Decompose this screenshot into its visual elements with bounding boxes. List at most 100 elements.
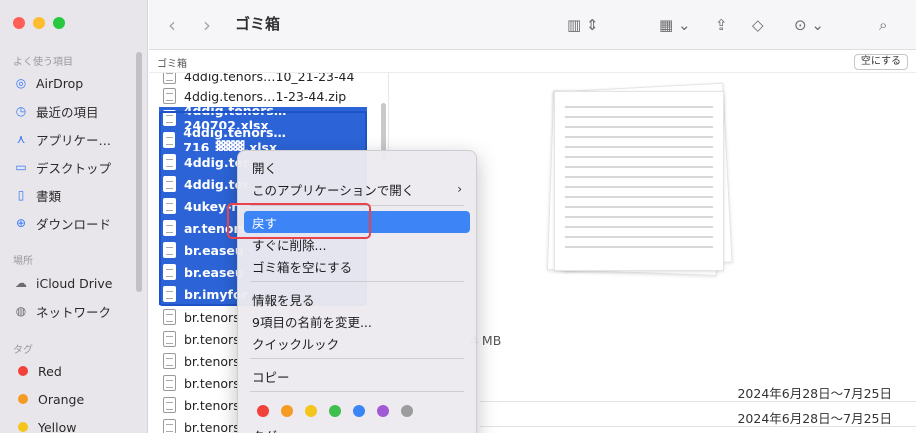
tag-purple-button[interactable] xyxy=(377,405,389,417)
document-file-icon xyxy=(163,397,176,413)
menu-item-quick-look[interactable]: クイックルック xyxy=(244,332,470,354)
sidebar-item-icloud[interactable]: ☁ iCloud Drive xyxy=(13,272,112,294)
sidebar-item-label: Yellow xyxy=(38,419,77,433)
sidebar-item-label: アプリケー… xyxy=(36,132,112,148)
columns-view-icon[interactable]: ▥ ⇕ xyxy=(567,14,599,36)
sidebar-item-label: iCloud Drive xyxy=(36,275,113,291)
sidebar-scrollbar[interactable] xyxy=(136,52,142,292)
yellow-tag-dot-icon xyxy=(18,422,28,432)
sidebar-item-label: ネットワーク xyxy=(36,304,112,320)
tags-header: タグ xyxy=(13,345,33,356)
menu-item-open[interactable]: 開く xyxy=(244,156,470,178)
close-button[interactable] xyxy=(13,17,25,29)
file-name: br.easeu xyxy=(184,242,244,258)
empty-trash-button[interactable]: 空にする xyxy=(853,54,908,70)
breadcrumb[interactable]: ゴミ箱 xyxy=(157,55,187,70)
document-file-icon xyxy=(163,198,176,214)
pathbar: ゴミ箱 空にする xyxy=(149,51,916,73)
spreadsheet-file-icon xyxy=(163,132,176,148)
chevron-right-icon: › xyxy=(457,182,462,196)
tag-yellow-button[interactable] xyxy=(305,405,317,417)
sidebar-tag-orange[interactable]: Orange xyxy=(12,388,84,410)
document-icon: ▯ xyxy=(17,188,25,202)
locations-header: 場所 xyxy=(13,256,33,267)
sidebar-item-applications[interactable]: ⋏ アプリケー… xyxy=(13,128,111,150)
search-icon[interactable]: ⌕ xyxy=(879,14,887,36)
finder-window: よく使う項目 ◎ AirDrop ◷ 最近の項目 ⋏ アプリケー… ▭ デスクトップ ▯… xyxy=(0,0,916,433)
minimize-button[interactable] xyxy=(33,17,45,29)
menu-item-label: このアプリケーションで開く xyxy=(252,182,415,198)
file-name: br.easeu xyxy=(184,264,244,280)
chevron-right-icon[interactable]: › xyxy=(203,13,211,37)
document-file-icon xyxy=(163,419,176,433)
tag-orange-button[interactable] xyxy=(281,405,293,417)
menu-item-empty-trash[interactable]: ゴミ箱を空にする xyxy=(244,255,470,277)
context-menu: 開く このアプリケーションで開く › 戻す すぐに削除... ゴミ箱を空にする 情… xyxy=(237,150,477,433)
sidebar-item-recents[interactable]: ◷ 最近の項目 xyxy=(13,100,99,122)
window-title: ゴミ箱 xyxy=(235,15,281,33)
document-file-icon xyxy=(163,220,176,236)
menu-item-get-info[interactable]: 情報を見る xyxy=(244,288,470,310)
airdrop-icon: ◎ xyxy=(15,76,27,90)
toolbar: ‹ › ゴミ箱 ▥ ⇕ ▦ ⌄ ⇪ ◇ ⊙ ⌄ ⌕ xyxy=(149,0,916,50)
red-tag-dot-icon xyxy=(18,366,28,376)
file-name: 4ddig.tenors…10_21-23-44 xyxy=(184,73,355,84)
sidebar-tag-red[interactable]: Red xyxy=(12,360,62,382)
zoom-button[interactable] xyxy=(53,17,65,29)
sidebar-item-downloads[interactable]: ⊕ ダウンロード xyxy=(13,212,111,234)
document-file-icon xyxy=(163,309,176,325)
grid-group-icon[interactable]: ▦ ⌄ xyxy=(659,14,691,36)
chevron-left-icon[interactable]: ‹ xyxy=(168,13,176,37)
document-file-icon xyxy=(163,331,176,347)
document-file-icon xyxy=(163,286,176,302)
document-thumbnail xyxy=(554,91,724,271)
network-icon: ◍ xyxy=(15,304,27,318)
zip-file-icon xyxy=(163,88,176,104)
desktop-icon: ▭ xyxy=(15,160,27,174)
sidebar-item-label: 最近の項目 xyxy=(36,104,99,120)
menu-item-rename[interactable]: 9項目の名前を変更... xyxy=(244,310,470,332)
file-name: br.tenors xyxy=(184,353,240,369)
folder-icon xyxy=(163,73,176,84)
document-file-icon xyxy=(163,375,176,391)
list-item[interactable]: 4ddig.tenors…716_▓▓▓.xlsx xyxy=(159,125,367,155)
file-name: br.tenors xyxy=(184,331,240,347)
sidebar-tag-yellow[interactable]: Yellow xyxy=(12,416,76,433)
sidebar-item-airdrop[interactable]: ◎ AirDrop xyxy=(13,72,84,94)
sidebar-item-documents[interactable]: ▯ 書類 xyxy=(13,184,61,206)
menu-item-open-with[interactable]: このアプリケーションで開く › xyxy=(244,178,470,200)
orange-tag-dot-icon xyxy=(18,394,28,404)
document-file-icon xyxy=(163,353,176,369)
applications-icon: ⋏ xyxy=(16,132,26,146)
tag-blue-button[interactable] xyxy=(353,405,365,417)
sidebar-item-label: 書類 xyxy=(36,188,62,204)
file-name: 4ddig.tenors…1-23-44.zip xyxy=(184,88,347,104)
tag-icon[interactable]: ◇ xyxy=(752,14,764,36)
sidebar-item-network[interactable]: ◍ ネットワーク xyxy=(13,300,111,322)
spreadsheet-file-icon xyxy=(163,154,176,170)
file-name: br.tenors xyxy=(184,397,240,413)
favorites-header: よく使う項目 xyxy=(13,57,73,68)
sidebar-item-label: AirDrop xyxy=(36,75,84,91)
document-file-icon xyxy=(163,242,176,258)
tag-green-button[interactable] xyxy=(329,405,341,417)
cloud-icon: ☁ xyxy=(15,276,27,290)
date-range: 2024年6月28日〜7月25日 xyxy=(737,386,892,401)
sidebar-item-desktop[interactable]: ▭ デスクトップ xyxy=(13,156,111,178)
spreadsheet-file-icon xyxy=(163,110,176,126)
clock-icon: ◷ xyxy=(15,104,27,118)
tag-red-button[interactable] xyxy=(257,405,269,417)
sidebar: よく使う項目 ◎ AirDrop ◷ 最近の項目 ⋏ アプリケー… ▭ デスクトップ ▯… xyxy=(0,0,148,433)
sidebar-item-label: デスクトップ xyxy=(36,160,112,176)
file-name: br.tenors xyxy=(184,309,240,325)
highlight-annotation xyxy=(227,203,371,239)
menu-item-copy[interactable]: コピー xyxy=(244,365,470,387)
ellipsis-icon[interactable]: ⊙ ⌄ xyxy=(794,14,824,36)
share-icon[interactable]: ⇪ xyxy=(715,14,728,36)
sidebar-item-label: Orange xyxy=(38,391,85,407)
menu-item-tags[interactable]: タグ... xyxy=(244,424,470,433)
tag-gray-button[interactable] xyxy=(401,405,413,417)
download-icon: ⊕ xyxy=(15,216,27,230)
spreadsheet-file-icon xyxy=(163,176,176,192)
document-file-icon xyxy=(163,264,176,280)
